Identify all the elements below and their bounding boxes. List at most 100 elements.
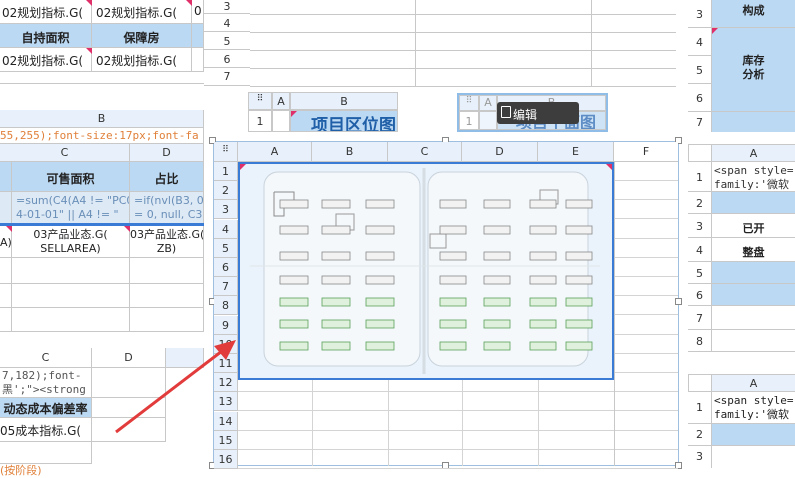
column-header-d[interactable]: D [130, 144, 204, 162]
cell[interactable] [192, 24, 204, 48]
column-header-e[interactable]: E [538, 142, 614, 162]
style-code-cell[interactable]: 55,255);font-size:17px;font-fa [0, 128, 204, 144]
row-number[interactable]: 6 [204, 50, 250, 68]
header-cell[interactable] [712, 424, 795, 446]
cell[interactable] [712, 330, 795, 352]
row-number[interactable]: 6 [214, 258, 238, 277]
cell[interactable] [192, 48, 204, 72]
column-header-a[interactable]: A [479, 95, 497, 111]
cell[interactable] [0, 308, 12, 332]
header-cell[interactable]: 可售面积 [12, 162, 130, 192]
cell[interactable] [12, 308, 130, 332]
cell[interactable] [130, 258, 204, 284]
cell[interactable] [130, 308, 204, 332]
cell[interactable] [0, 258, 12, 284]
site-plan-image[interactable] [238, 162, 614, 380]
code-cell[interactable]: 7,182);font- 黑';"><strong [0, 368, 92, 398]
column-header-b[interactable]: B [0, 110, 204, 128]
cell[interactable] [712, 306, 795, 330]
row-number[interactable]: 3 [688, 446, 712, 468]
title-cell[interactable]: 项目区位图 [290, 110, 398, 132]
header-cell[interactable]: 构成 [712, 0, 795, 28]
cell[interactable] [712, 112, 795, 132]
grid-menu-icon[interactable]: ⠿ [248, 92, 272, 110]
header-cell[interactable]: 保障房 [92, 24, 192, 48]
row-number[interactable]: 4 [688, 238, 712, 262]
row-number[interactable]: 1 [248, 110, 272, 132]
cell[interactable] [712, 192, 795, 214]
cell[interactable]: 02规划指标.G( [92, 0, 192, 24]
row-number[interactable]: 1 [688, 162, 712, 192]
cell[interactable] [712, 284, 795, 306]
column-header-a[interactable]: A [712, 144, 795, 162]
resize-handle[interactable] [675, 298, 682, 305]
cell[interactable]: 02规划指标.G( [0, 48, 92, 72]
row-number[interactable]: 7 [214, 277, 238, 296]
row-number[interactable]: 1 [688, 392, 712, 424]
cell-opened[interactable]: 已开 [712, 220, 795, 236]
cell-whole[interactable]: 整盘 [712, 244, 795, 260]
row-number[interactable]: 3 [214, 200, 238, 219]
row-number[interactable]: 3 [688, 0, 712, 28]
row-number[interactable]: 2 [688, 424, 712, 446]
row-number[interactable]: 2 [688, 192, 712, 214]
row-number[interactable]: 6 [688, 284, 712, 306]
cell[interactable]: 05成本指标.G( [0, 418, 92, 442]
row-number[interactable]: 4 [204, 14, 250, 32]
row-number[interactable]: 6 [688, 84, 712, 112]
header-cell[interactable]: 动态成本偏差率 [0, 398, 92, 418]
cell[interactable] [0, 162, 12, 192]
row-number[interactable]: 2 [214, 181, 238, 200]
row-number[interactable]: 7 [688, 112, 712, 132]
row-number[interactable]: 5 [204, 32, 250, 50]
row-number[interactable]: 4 [688, 28, 712, 56]
corner-cell[interactable] [688, 144, 712, 162]
corner-cell[interactable] [688, 374, 712, 392]
row-number[interactable]: 3 [204, 0, 250, 14]
cell[interactable] [12, 258, 130, 284]
cell[interactable] [0, 442, 92, 464]
formula-cell[interactable]: =if(nvl(B3, 0) = 0, null, C3 / [130, 192, 204, 224]
row-number[interactable]: 4 [214, 220, 238, 239]
cell[interactable] [712, 262, 795, 284]
edit-button[interactable]: 编辑 [497, 102, 579, 124]
row-number[interactable]: 16 [214, 450, 238, 469]
cell[interactable] [12, 284, 130, 308]
cell[interactable]: 0 [192, 0, 204, 24]
column-header-a[interactable]: A [712, 374, 795, 392]
row-number[interactable]: 5 [688, 56, 712, 84]
grid-menu-icon[interactable]: ⠿ [459, 95, 479, 111]
column-header-b[interactable]: B [312, 142, 388, 162]
row-number[interactable]: 3 [688, 214, 712, 238]
row-number[interactable]: 7 [688, 306, 712, 330]
cell[interactable]: 03产品业态.G(SELLAREA) [12, 226, 130, 258]
cell[interactable]: 02规划指标.G( [0, 0, 92, 24]
column-header-c[interactable]: C [0, 144, 130, 162]
code-cell[interactable]: <span style= family:'微软 [712, 392, 795, 424]
row-number[interactable]: 5 [688, 262, 712, 284]
row-number[interactable]: 1 [459, 111, 479, 130]
header-cell[interactable]: 占比 [130, 162, 204, 192]
cell[interactable] [479, 111, 497, 130]
column-header-c[interactable]: C [0, 348, 92, 368]
header-cell[interactable]: 自持面积 [0, 24, 92, 48]
cell[interactable] [130, 284, 204, 308]
grid-menu-icon[interactable]: ⠿ [214, 142, 238, 162]
cell[interactable] [0, 284, 12, 308]
formula-cell[interactable]: =sum(C4(A4 != "PC0 4-01-01" || A4 != " [12, 192, 130, 224]
row-number[interactable]: 8 [214, 296, 238, 315]
column-header-b[interactable]: B [290, 92, 398, 110]
cell[interactable] [272, 110, 290, 132]
row-number[interactable]: 5 [214, 239, 238, 258]
column-header-f[interactable]: F [614, 142, 678, 162]
column-header-d[interactable]: D [462, 142, 538, 162]
cell[interactable]: 02规划指标.G( [92, 48, 192, 72]
column-header-a[interactable]: A [272, 92, 290, 110]
header-cell[interactable]: 库存 分析 [712, 28, 795, 112]
row-number[interactable]: 1 [214, 162, 238, 181]
column-header-c[interactable]: C [388, 142, 462, 162]
code-cell[interactable]: <span style= family:'微软 [714, 164, 793, 192]
cell[interactable] [0, 192, 12, 224]
cell[interactable]: 03产品业态.G(ZB) [130, 226, 204, 258]
row-number[interactable]: 7 [204, 68, 250, 86]
